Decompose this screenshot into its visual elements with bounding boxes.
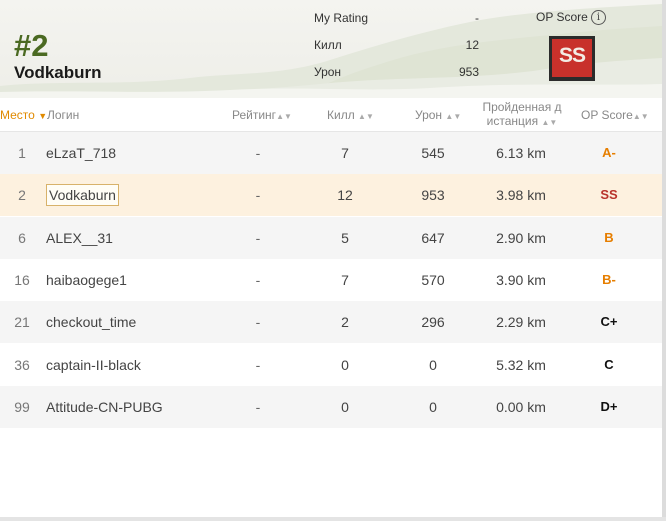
table-row[interactable]: 99 Attitude-CN-PUBG - 0 0 0.00 km D+ bbox=[0, 385, 662, 428]
stat-label-kills: Килл bbox=[314, 38, 342, 52]
player-name: Vodkaburn bbox=[14, 63, 102, 82]
sort-icon: ▲▼ bbox=[541, 118, 558, 127]
row-rating: - bbox=[255, 356, 261, 373]
row-place: 16 bbox=[14, 271, 30, 288]
table-row[interactable]: 36 captain-II-black - 0 0 5.32 km C bbox=[0, 343, 662, 386]
column-header-rating[interactable]: Рейтинг▲▼ bbox=[232, 108, 292, 122]
table-header: Место ▼ Логин Рейтинг▲▼ Килл ▲▼ Урон ▲▼ … bbox=[0, 98, 662, 132]
column-header-login[interactable]: Логин bbox=[47, 108, 79, 122]
row-kills: 0 bbox=[341, 398, 349, 415]
row-place: 1 bbox=[18, 145, 26, 161]
sort-icon: ▲▼ bbox=[445, 112, 462, 121]
table-row[interactable]: 2 Vodkaburn - 12 953 3.98 km SS bbox=[0, 174, 662, 217]
row-distance: 5.32 km bbox=[496, 356, 546, 373]
row-place: 2 bbox=[18, 187, 26, 204]
row-damage: 953 bbox=[421, 187, 445, 204]
row-damage: 0 bbox=[429, 356, 437, 373]
row-kills: 7 bbox=[341, 271, 349, 288]
row-damage: 0 bbox=[429, 398, 437, 415]
row-login[interactable]: eLzaT_718 bbox=[46, 132, 116, 174]
row-place: 99 bbox=[14, 398, 30, 415]
row-rating: - bbox=[255, 314, 261, 331]
row-distance: 2.90 km bbox=[496, 229, 546, 246]
row-distance: 2.29 km bbox=[496, 314, 546, 331]
row-damage: 570 bbox=[421, 271, 445, 288]
row-distance: 3.98 km bbox=[496, 187, 546, 204]
row-login[interactable]: checkout_time bbox=[46, 301, 136, 343]
stat-value-kills: 12 bbox=[465, 38, 479, 52]
row-distance: 3.90 km bbox=[496, 271, 546, 288]
row-place: 21 bbox=[14, 314, 30, 331]
table-row[interactable]: 21 checkout_time - 2 296 2.29 km C+ bbox=[0, 301, 662, 344]
sort-icon: ▲▼ bbox=[276, 112, 292, 121]
sort-desc-icon: ▼ bbox=[38, 111, 48, 121]
player-rank: #2 bbox=[14, 28, 49, 63]
column-label-place: Место bbox=[0, 108, 35, 122]
row-login[interactable]: captain-II-black bbox=[46, 344, 141, 386]
sort-icon: ▲▼ bbox=[632, 112, 649, 121]
op-score-title: OP Score bbox=[536, 10, 588, 24]
scrollbar-edge bbox=[662, 0, 666, 521]
row-rating: - bbox=[255, 398, 261, 415]
op-score-badge-grade: SS bbox=[558, 44, 586, 67]
table-row[interactable]: 6 ALEX__31 - 5 647 2.90 km B bbox=[0, 216, 662, 259]
stat-label-rating: My Rating bbox=[314, 11, 369, 25]
table-row[interactable]: 16 haibaogege1 - 7 570 3.90 km B- bbox=[0, 258, 662, 301]
stat-label-damage: Урон bbox=[314, 65, 342, 79]
column-label-kills: Килл bbox=[327, 108, 355, 122]
row-rating: - bbox=[255, 145, 261, 161]
row-kills: 2 bbox=[341, 314, 349, 331]
column-header-kills[interactable]: Килл ▲▼ bbox=[327, 108, 374, 122]
column-label-damage: Урон bbox=[415, 108, 443, 122]
stat-value-damage: 953 bbox=[458, 65, 479, 79]
row-place: 36 bbox=[14, 356, 30, 373]
column-header-distance[interactable]: Пройденная д истанция ▲▼ bbox=[482, 100, 562, 130]
row-rating: - bbox=[255, 187, 261, 204]
row-op-score: B bbox=[604, 229, 614, 245]
row-op-score: A- bbox=[602, 145, 616, 160]
row-kills: 12 bbox=[337, 187, 353, 204]
row-op-score: B- bbox=[602, 271, 616, 287]
column-label-rating: Рейтинг bbox=[232, 108, 277, 122]
row-login[interactable]: ALEX__31 bbox=[46, 217, 113, 259]
row-damage: 545 bbox=[421, 145, 445, 161]
row-op-score: D+ bbox=[600, 398, 618, 414]
column-header-place[interactable]: Место ▼ bbox=[0, 108, 47, 122]
sort-icon: ▲▼ bbox=[358, 112, 374, 121]
row-login[interactable]: Attitude-CN-PUBG bbox=[46, 386, 163, 428]
column-header-op-score[interactable]: OP Score▲▼ bbox=[581, 108, 649, 122]
row-damage: 647 bbox=[421, 229, 445, 246]
row-rating: - bbox=[255, 271, 261, 288]
row-place: 6 bbox=[18, 229, 26, 246]
row-kills: 5 bbox=[341, 229, 349, 246]
row-damage: 296 bbox=[421, 314, 445, 331]
row-op-score: C bbox=[604, 356, 614, 372]
table-row[interactable]: 1 eLzaT_718 - 7 545 6.13 km A- bbox=[0, 132, 662, 174]
column-header-damage[interactable]: Урон ▲▼ bbox=[415, 108, 461, 122]
op-score-badge: SS bbox=[549, 36, 595, 81]
column-label-distance-1: Пройденная д bbox=[482, 100, 562, 114]
stat-value-rating: - bbox=[475, 11, 479, 25]
row-kills: 0 bbox=[341, 356, 349, 373]
row-rating: - bbox=[255, 229, 261, 246]
match-summary-header: #2 Vodkaburn My Rating - Килл 12 Урон 95… bbox=[0, 0, 662, 98]
row-login-highlight[interactable]: Vodkaburn bbox=[46, 184, 119, 207]
bottom-border bbox=[0, 517, 666, 521]
row-distance: 6.13 km bbox=[496, 145, 546, 161]
row-distance: 0.00 km bbox=[496, 398, 546, 415]
column-label-op-score: OP Score bbox=[581, 108, 633, 122]
column-label-distance-2: истанция bbox=[486, 114, 539, 128]
row-op-score: C+ bbox=[600, 314, 618, 330]
row-login[interactable]: haibaogege1 bbox=[46, 259, 127, 301]
row-login[interactable]: Vodkaburn bbox=[46, 174, 119, 216]
info-icon[interactable]: i bbox=[591, 10, 606, 25]
row-kills: 7 bbox=[341, 145, 349, 161]
row-op-score: SS bbox=[600, 187, 618, 203]
